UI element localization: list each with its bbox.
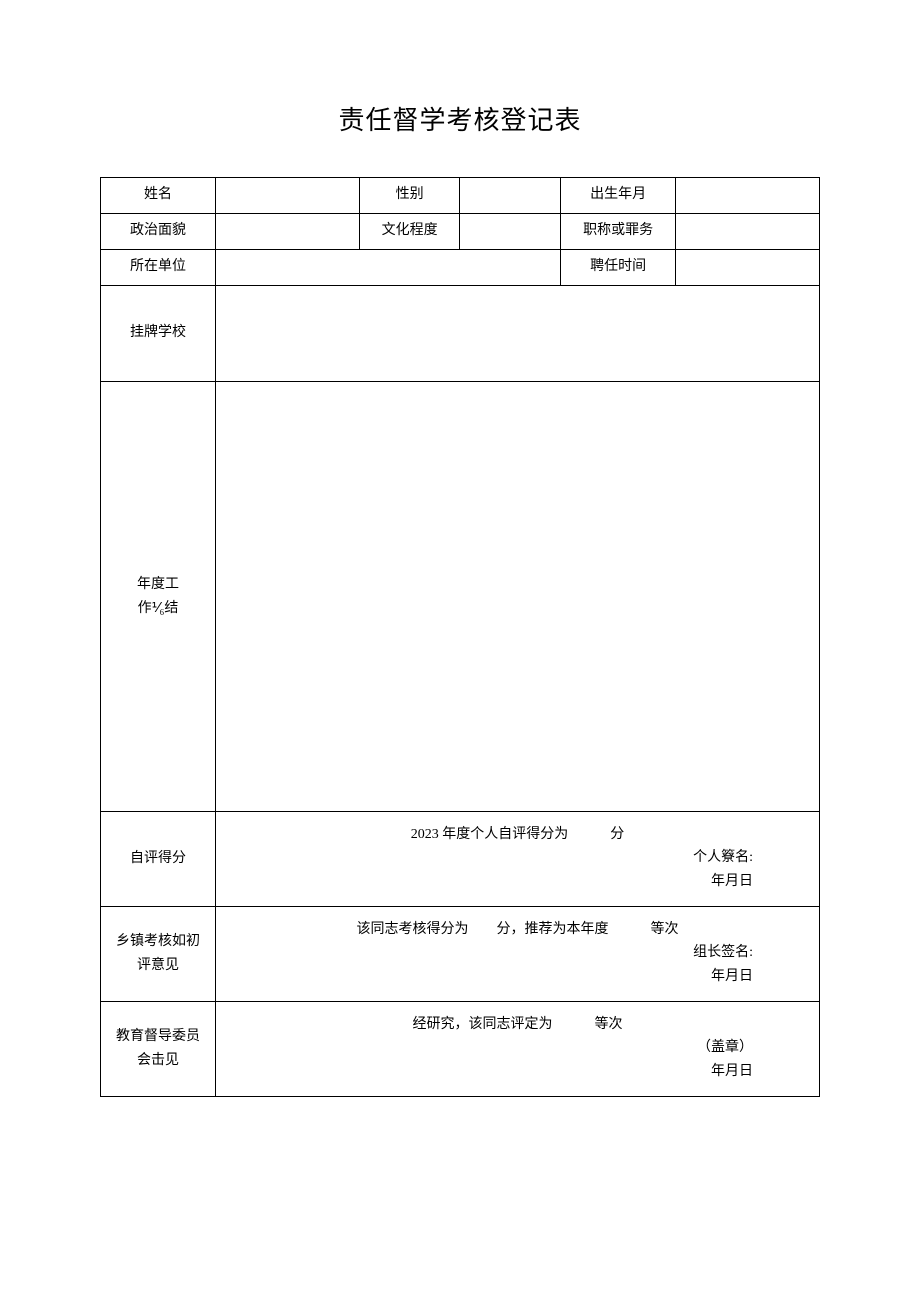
value-committee[interactable]: 经研究，该同志评定为 等次 （盖章） 年月日 [216, 1001, 820, 1096]
page-title: 责任督学考核登记表 [100, 100, 820, 137]
label-gender: 性别 [359, 178, 460, 214]
value-birth[interactable] [676, 178, 820, 214]
label-political: 政治面貌 [101, 214, 216, 250]
value-gender[interactable] [460, 178, 561, 214]
value-self-score[interactable]: 2023 年度个人自评得分为 分 个人簝名: 年月日 [216, 812, 820, 907]
self-score-line: 2023 年度个人自评得分为 分 [232, 824, 803, 846]
label-appoint-time: 聘任时间 [561, 250, 676, 286]
value-school[interactable] [216, 286, 820, 382]
committee-date: 年月日 [232, 1060, 753, 1084]
self-score-signature: 个人簝名: [232, 846, 753, 870]
committee-line: 经研究，该同志评定为 等次 [232, 1014, 803, 1036]
value-road-opinion[interactable]: 该同志考核得分为 分，推荐为本年度 等次 组长签名: 年月日 [216, 906, 820, 1001]
label-summary-line1: 年度工 [105, 573, 211, 597]
label-committee: 教育督导委员 会击见 [101, 1001, 216, 1096]
label-title-post: 职称或罪务 [561, 214, 676, 250]
label-education: 文化程度 [359, 214, 460, 250]
value-political[interactable] [216, 214, 360, 250]
value-education[interactable] [460, 214, 561, 250]
label-birth: 出生年月 [561, 178, 676, 214]
value-unit[interactable] [216, 250, 561, 286]
label-name: 姓名 [101, 178, 216, 214]
self-score-date: 年月日 [232, 870, 753, 894]
label-road-opinion-line1: 乡镇考核如初 [105, 930, 211, 954]
road-opinion-date: 年月日 [232, 965, 753, 989]
label-summary: 年度工 作⅟₆结 [101, 382, 216, 812]
road-opinion-signature: 组长签名: [232, 941, 753, 965]
label-unit: 所在单位 [101, 250, 216, 286]
label-self-score: 自评得分 [101, 812, 216, 907]
form-table: 姓名 性别 出生年月 政治面貌 文化程度 职称或罪务 所在单位 聘任时间 挂牌学… [100, 177, 820, 1097]
committee-seal: （盖章） [232, 1036, 753, 1060]
label-summary-line2: 作⅟₆结 [105, 597, 211, 621]
road-opinion-line: 该同志考核得分为 分，推荐为本年度 等次 [232, 919, 803, 941]
label-road-opinion-line2: 评意见 [105, 954, 211, 978]
label-committee-line1: 教育督导委员 [105, 1025, 211, 1049]
value-name[interactable] [216, 178, 360, 214]
label-school: 挂牌学校 [101, 286, 216, 382]
value-appoint-time[interactable] [676, 250, 820, 286]
value-title-post[interactable] [676, 214, 820, 250]
value-summary[interactable] [216, 382, 820, 812]
label-road-opinion: 乡镇考核如初 评意见 [101, 906, 216, 1001]
label-committee-line2: 会击见 [105, 1049, 211, 1073]
